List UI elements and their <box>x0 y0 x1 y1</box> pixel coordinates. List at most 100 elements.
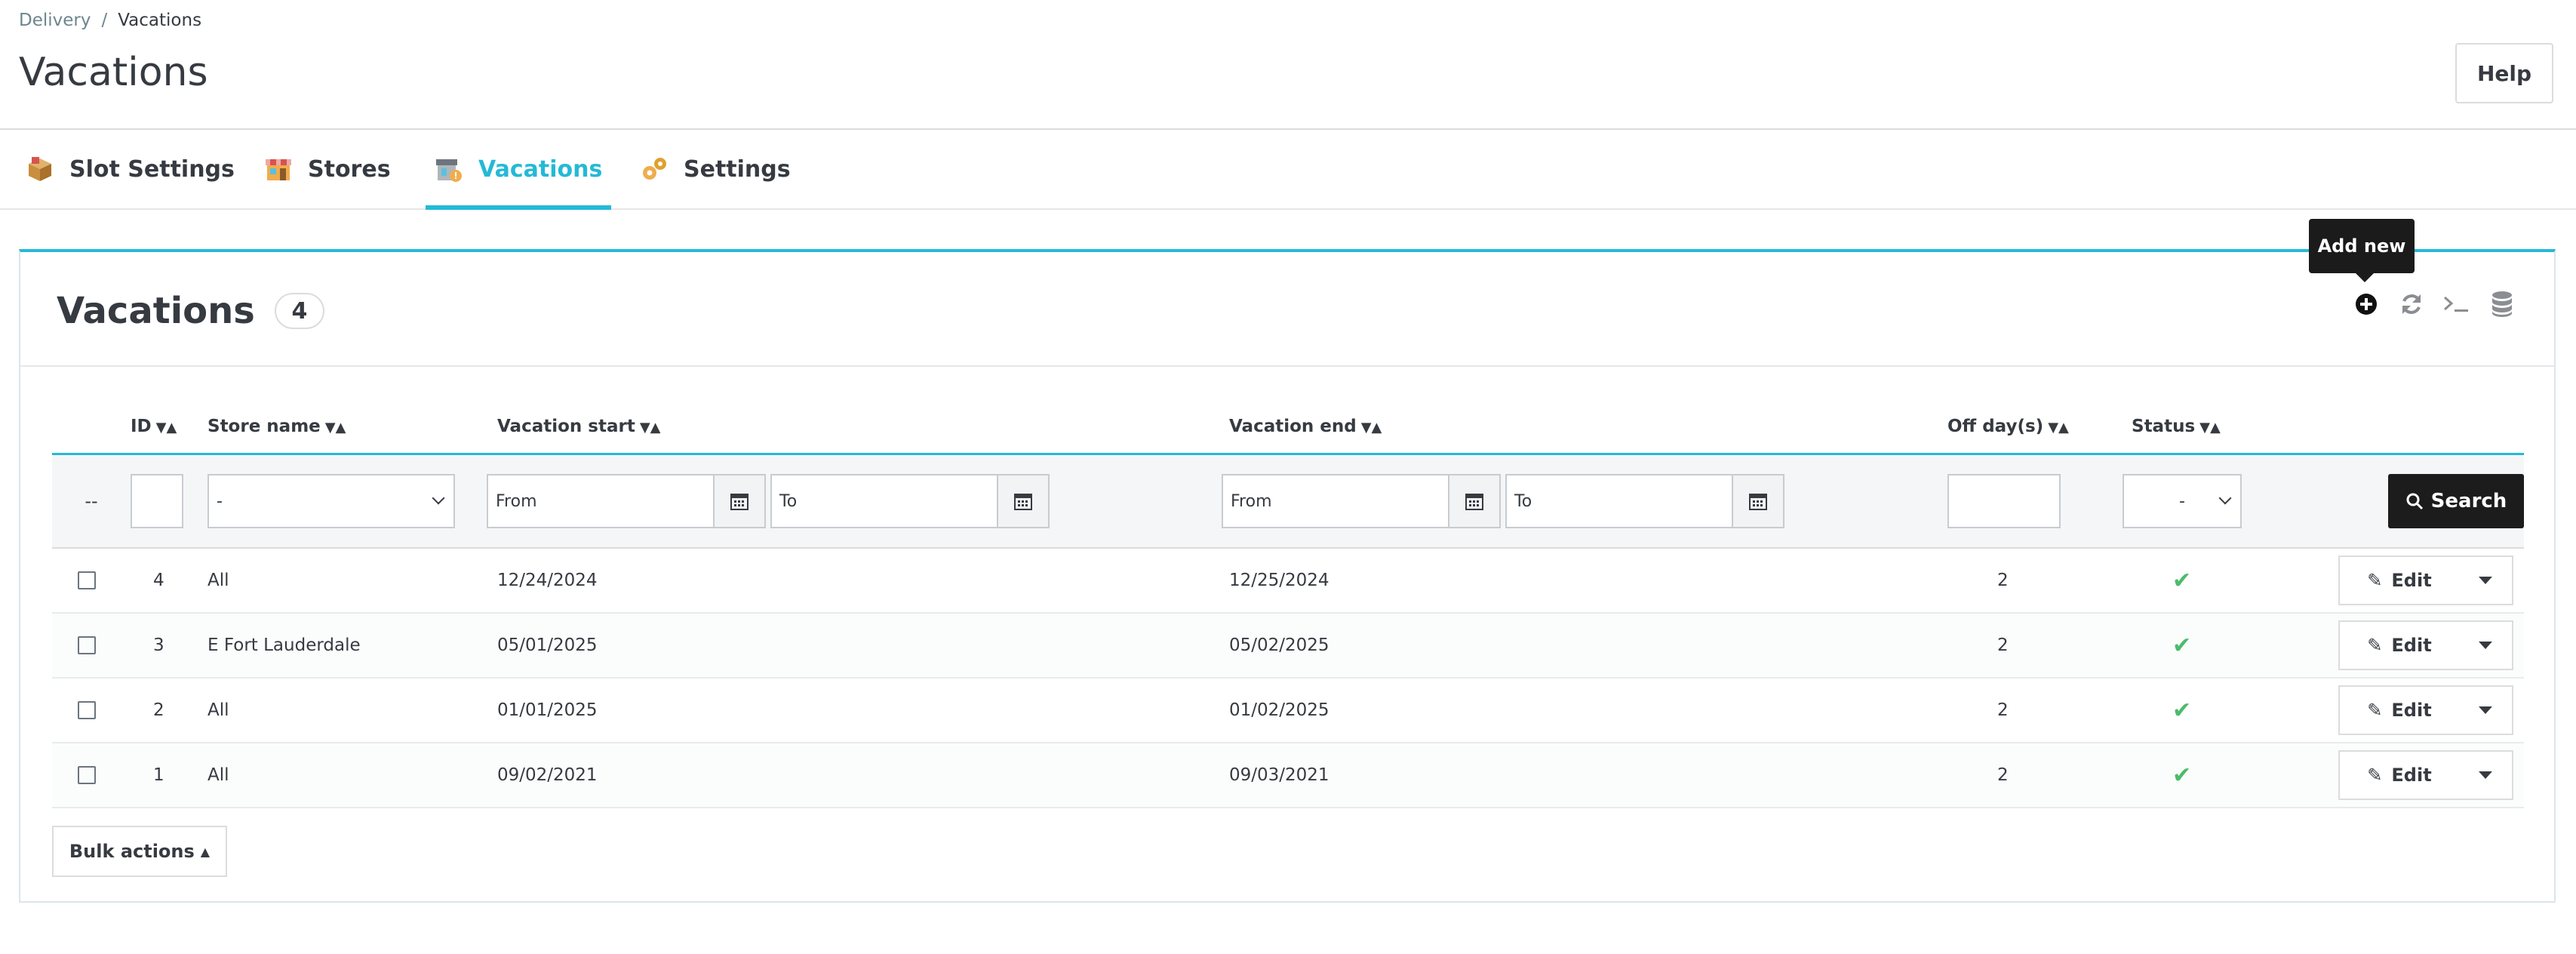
edit-button[interactable]: ✎ Edit <box>2340 687 2459 734</box>
count-badge: 4 <box>274 293 324 329</box>
end-from-input[interactable]: From <box>1222 474 1448 528</box>
row-checkbox[interactable] <box>78 766 96 784</box>
row-checkbox[interactable] <box>78 571 96 589</box>
row-actions-dropdown-toggle[interactable] <box>2459 687 2512 734</box>
edit-button[interactable]: ✎ Edit <box>2340 622 2459 669</box>
panel-title-text: Vacations <box>57 290 255 332</box>
cell-id: 3 <box>131 613 207 679</box>
row-actions: ✎ Edit <box>2338 685 2513 735</box>
row-checkbox[interactable] <box>78 636 96 654</box>
status-enabled-icon[interactable]: ✔ <box>2172 568 2191 594</box>
table-header-row: ID ▼▲ Store name ▼▲ Vacation start ▼▲ Vacat… <box>52 400 2524 455</box>
help-button[interactable]: Help <box>2455 43 2553 103</box>
tab-stores[interactable]: Stores <box>264 130 391 208</box>
pencil-icon: ✎ <box>2367 765 2383 786</box>
row-actions-dropdown-toggle[interactable] <box>2459 557 2512 604</box>
gears-icon <box>640 155 669 183</box>
cell-start: 05/01/2025 <box>481 613 1213 679</box>
vacations-table: ID ▼▲ Store name ▼▲ Vacation start ▼▲ Vacat… <box>52 400 2524 808</box>
box-icon <box>26 155 54 183</box>
cell-end: 05/02/2025 <box>1213 613 1943 679</box>
breadcrumb-parent-link[interactable]: Delivery <box>19 11 91 30</box>
sort-arrows-icon[interactable]: ▼▲ <box>1361 420 1382 435</box>
tab-settings[interactable]: Settings <box>640 130 791 208</box>
start-from-input[interactable]: From <box>487 474 713 528</box>
terminal-icon[interactable] <box>2442 290 2471 319</box>
page-title: Vacations <box>19 50 208 95</box>
add-circle-icon[interactable] <box>2352 290 2381 319</box>
edit-button[interactable]: ✎ Edit <box>2340 752 2459 799</box>
cell-store: All <box>207 678 481 743</box>
status-enabled-icon[interactable]: ✔ <box>2172 697 2191 724</box>
row-actions-dropdown-toggle[interactable] <box>2459 752 2512 799</box>
store-icon <box>264 155 293 183</box>
add-new-tooltip: Add new <box>2309 219 2415 282</box>
start-to-input[interactable]: To <box>770 474 997 528</box>
panel-toolbar <box>2352 290 2516 319</box>
refresh-icon[interactable] <box>2397 290 2426 319</box>
breadcrumb-separator: / <box>101 11 108 30</box>
search-button-label: Search <box>2430 490 2507 512</box>
bulk-actions-label: Bulk actions <box>69 841 195 862</box>
tab-vacations[interactable]: Vacations <box>425 130 612 210</box>
panel-title: Vacations 4 <box>57 290 324 332</box>
chevron-down-icon <box>432 491 445 505</box>
pencil-icon: ✎ <box>2367 635 2383 656</box>
vacations-panel: Vacations 4 Add new ID ▼▲ Store name ▼▲ … <box>19 219 2556 903</box>
caret-down-icon <box>2479 642 2492 649</box>
status-enabled-icon[interactable]: ✔ <box>2172 762 2191 789</box>
sort-arrows-icon[interactable]: ▼▲ <box>325 420 346 435</box>
table-row: 2 All 01/01/2025 01/02/2025 2 ✔ ✎ Edit <box>52 678 2524 743</box>
tab-bar: Slot Settings Stores Vacations Settings <box>0 130 2576 210</box>
search-button[interactable]: Search <box>2388 474 2524 528</box>
row-checkbox[interactable] <box>78 701 96 719</box>
column-header-off-days[interactable]: Off day(s) ▼▲ <box>1943 400 2123 455</box>
database-icon[interactable] <box>2488 290 2516 319</box>
row-actions: ✎ Edit <box>2338 750 2513 800</box>
cell-end: 12/25/2024 <box>1213 548 1943 614</box>
pencil-icon: ✎ <box>2367 700 2383 721</box>
column-header-vacation-end[interactable]: Vacation end ▼▲ <box>1213 400 1943 455</box>
chevron-down-icon <box>2218 491 2232 505</box>
calendar-icon[interactable] <box>1448 474 1501 528</box>
caret-down-icon <box>2479 771 2492 779</box>
tab-label: Slot Settings <box>69 155 235 183</box>
tab-label: Settings <box>684 155 791 183</box>
row-actions: ✎ Edit <box>2338 620 2513 670</box>
off-days-filter-input[interactable] <box>1947 474 2061 528</box>
end-to-input[interactable]: To <box>1505 474 1732 528</box>
edit-button[interactable]: ✎ Edit <box>2340 557 2459 604</box>
sort-arrows-icon[interactable]: ▼▲ <box>156 420 177 435</box>
table-row: 3 E Fort Lauderdale 05/01/2025 05/02/202… <box>52 613 2524 679</box>
vacation-start-filter: From To <box>487 474 1213 528</box>
status-enabled-icon[interactable]: ✔ <box>2172 632 2191 659</box>
calendar-icon[interactable] <box>997 474 1050 528</box>
select-column-header <box>52 400 131 455</box>
column-header-store-name[interactable]: Store name ▼▲ <box>207 400 481 455</box>
column-header-id[interactable]: ID ▼▲ <box>131 400 207 455</box>
id-filter-input[interactable] <box>131 474 183 528</box>
sort-arrows-icon[interactable]: ▼▲ <box>640 420 661 435</box>
filter-dash: -- <box>52 454 131 549</box>
tab-slot-settings[interactable]: Slot Settings <box>26 130 235 208</box>
row-actions-dropdown-toggle[interactable] <box>2459 622 2512 669</box>
column-header-vacation-start[interactable]: Vacation start ▼▲ <box>481 400 1213 455</box>
cell-id: 1 <box>131 743 207 808</box>
table-row: 4 All 12/24/2024 12/25/2024 2 ✔ ✎ Edit <box>52 548 2524 614</box>
cell-start: 12/24/2024 <box>481 548 1213 614</box>
cell-store: E Fort Lauderdale <box>207 613 481 679</box>
sort-arrows-icon[interactable]: ▼▲ <box>2048 420 2069 435</box>
cell-id: 2 <box>131 678 207 743</box>
column-header-status[interactable]: Status ▼▲ <box>2123 400 2304 455</box>
store-filter-select[interactable]: - <box>207 474 455 528</box>
bulk-actions-button[interactable]: Bulk actions ▲ <box>52 826 227 877</box>
cell-off-days: 2 <box>1943 548 2123 614</box>
vacation-icon <box>435 155 463 183</box>
calendar-icon[interactable] <box>1732 474 1784 528</box>
calendar-icon[interactable] <box>713 474 766 528</box>
sort-arrows-icon[interactable]: ▼▲ <box>2199 420 2221 435</box>
panel-header: Vacations 4 Add new <box>20 219 2554 367</box>
cell-off-days: 2 <box>1943 743 2123 808</box>
status-filter-select[interactable]: - <box>2123 474 2242 528</box>
search-icon <box>2406 493 2423 510</box>
